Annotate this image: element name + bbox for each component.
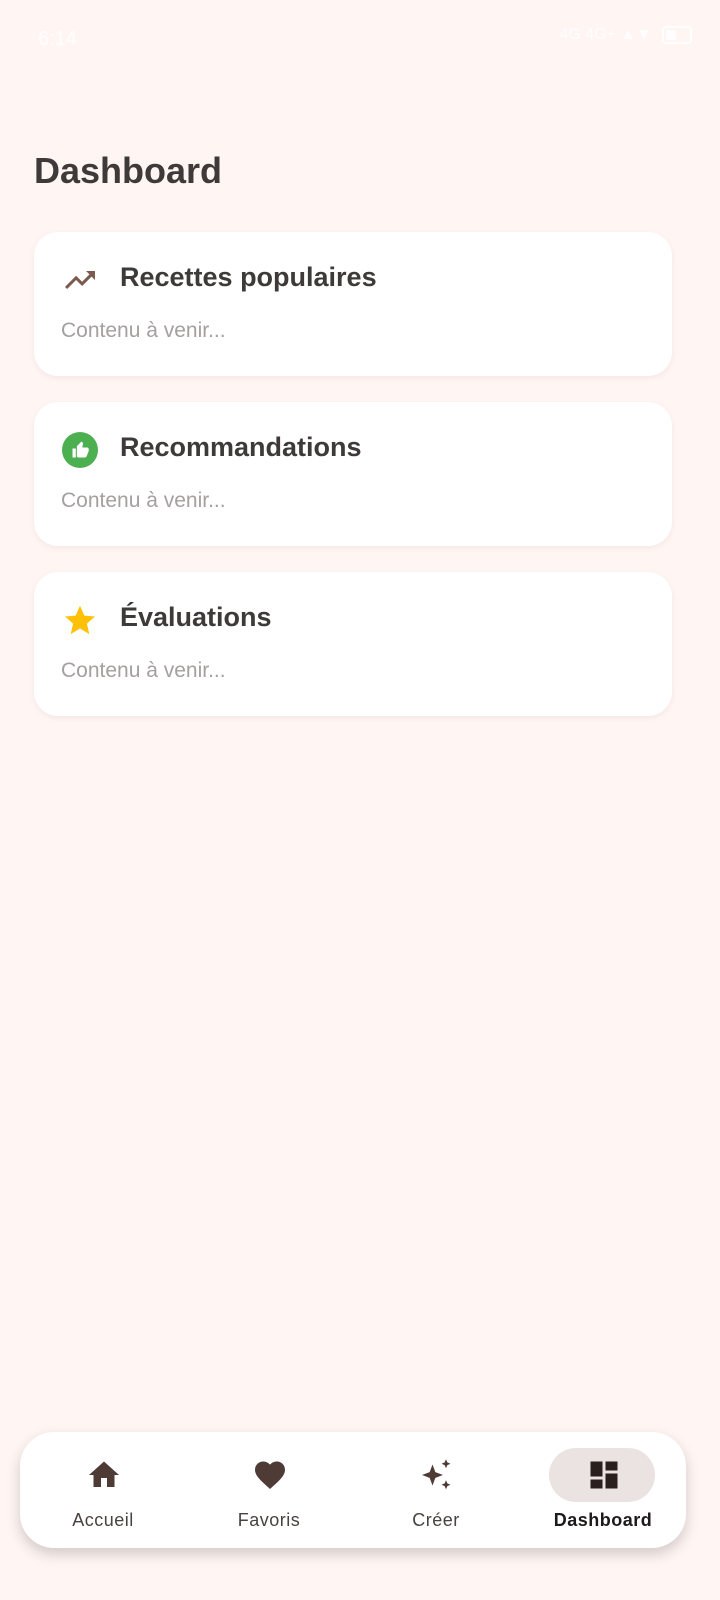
battery-icon: [662, 26, 692, 44]
dashboard-icon: [590, 1461, 618, 1489]
card-subtitle: Contenu à venir...: [61, 659, 226, 682]
nav-item-dashboard[interactable]: Dashboard: [520, 1432, 686, 1548]
thumb-up-icon: [62, 432, 98, 468]
nav-item-creer[interactable]: Créer: [353, 1432, 519, 1548]
nav-item-favoris[interactable]: Favoris: [186, 1432, 352, 1548]
nav-item-accueil[interactable]: Accueil: [20, 1432, 186, 1548]
card-popular-recipes[interactable]: Recettes populaires Contenu à venir...: [34, 232, 672, 376]
status-time: 6:14: [38, 28, 77, 50]
card-title: Recettes populaires: [120, 262, 377, 292]
nav-label: Créer: [412, 1510, 460, 1530]
home-icon: [89, 1461, 119, 1487]
card-title: Évaluations: [120, 602, 272, 632]
card-recommendations[interactable]: Recommandations Contenu à venir...: [34, 402, 672, 546]
star-icon: [65, 605, 95, 635]
card-subtitle: Contenu à venir...: [61, 319, 226, 342]
card-ratings[interactable]: Évaluations Contenu à venir...: [34, 572, 672, 716]
sparkle-icon: [422, 1459, 451, 1490]
heart-icon: [255, 1461, 285, 1490]
card-title: Recommandations: [120, 432, 362, 462]
status-bar: 6:14 4G 4G+ ▲▼: [0, 0, 720, 80]
nav-label: Favoris: [237, 1510, 301, 1530]
page-title: Dashboard: [34, 150, 223, 191]
nav-label: Dashboard: [553, 1510, 653, 1530]
bottom-navigation: Accueil Favoris Créer Dashboard: [20, 1432, 686, 1548]
trending-up-icon: [65, 271, 95, 289]
nav-label: Accueil: [72, 1510, 134, 1530]
status-indicators: 4G 4G+ ▲▼: [559, 26, 692, 44]
network-indicator: 4G 4G+ ▲▼: [559, 26, 652, 43]
card-subtitle: Contenu à venir...: [61, 489, 226, 512]
